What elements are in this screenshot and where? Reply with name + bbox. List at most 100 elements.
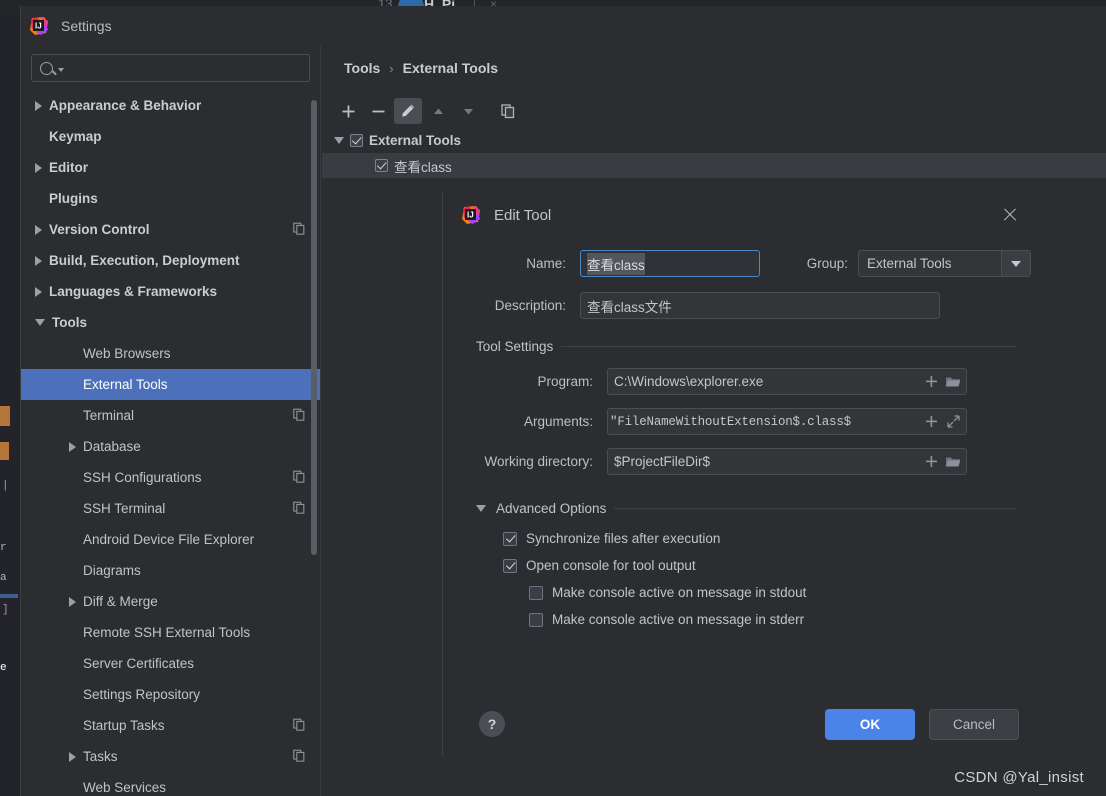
move-up-button[interactable] <box>424 98 452 124</box>
remove-tool-button[interactable] <box>364 98 392 124</box>
sidebar-item-settings-repository[interactable]: Settings Repository <box>21 679 320 710</box>
description-input[interactable]: 查看class文件 <box>580 292 940 319</box>
move-down-button[interactable] <box>454 98 482 124</box>
collapse-arrow-icon[interactable] <box>35 100 42 111</box>
collapse-arrow-icon[interactable] <box>35 255 42 266</box>
close-icon[interactable] <box>999 204 1021 226</box>
sidebar-item-terminal[interactable]: Terminal <box>21 400 320 431</box>
sidebar-item-editor[interactable]: Editor <box>21 152 320 183</box>
tool-group-checkbox[interactable] <box>350 134 363 147</box>
settings-window: IJ Settings Appearance & Behavior Keymap E… <box>20 6 1106 796</box>
ok-button[interactable]: OK <box>825 708 915 740</box>
checkbox-row[interactable]: Synchronize files after execution <box>503 525 1037 552</box>
folder-icon[interactable] <box>942 452 964 472</box>
sidebar-item-label: Appearance & Behavior <box>49 98 202 113</box>
tool-group-row[interactable]: External Tools <box>322 128 1106 153</box>
checkbox-open-console-for-tool-output[interactable] <box>503 558 517 573</box>
sidebar-item-label: Build, Execution, Deployment <box>49 253 240 268</box>
checkbox-row[interactable]: Make console active on message in stdout <box>529 579 1037 606</box>
checkbox-synchronize-files-after-execution[interactable] <box>503 531 517 546</box>
sidebar-item-plugins[interactable]: Plugins <box>21 183 320 214</box>
sidebar-item-version-control[interactable]: Version Control <box>21 214 320 245</box>
sidebar-item-ssh-configurations[interactable]: SSH Configurations <box>21 462 320 493</box>
sidebar-scrollbar[interactable] <box>311 100 317 555</box>
advanced-options-section-header[interactable]: Advanced Options <box>476 501 1017 516</box>
expand-arrow-icon[interactable] <box>334 137 344 144</box>
sidebar-item-languages-frameworks[interactable]: Languages & Frameworks <box>21 276 320 307</box>
sidebar-item-diff-merge[interactable]: Diff & Merge <box>21 586 320 617</box>
plus-icon[interactable] <box>920 452 942 472</box>
sidebar-item-remote-ssh-external-tools[interactable]: Remote SSH External Tools <box>21 617 320 648</box>
sidebar-item-label: Web Browsers <box>83 346 171 361</box>
collapse-arrow-icon[interactable] <box>35 286 42 297</box>
folder-icon[interactable] <box>942 372 964 392</box>
sidebar-item-appearance-behavior[interactable]: Appearance & Behavior <box>21 90 320 121</box>
expand-arrow-icon[interactable] <box>35 319 45 326</box>
settings-tree[interactable]: Appearance & Behavior Keymap Editor Plugins… <box>21 90 320 796</box>
program-input[interactable]: C:\Windows\explorer.exe <box>607 368 967 395</box>
expand-diagonal-icon[interactable] <box>942 412 964 432</box>
checkbox-label: Open console for tool output <box>526 558 696 573</box>
collapse-arrow-icon[interactable] <box>69 751 76 762</box>
sidebar-item-label: Terminal <box>83 408 135 423</box>
copy-icon[interactable] <box>292 469 306 486</box>
sidebar-item-label: Database <box>83 439 141 454</box>
breadcrumb-parent[interactable]: Tools <box>344 60 380 76</box>
collapse-arrow-icon[interactable] <box>35 224 42 235</box>
sidebar-item-tasks[interactable]: Tasks <box>21 741 320 772</box>
copy-icon[interactable] <box>292 748 306 765</box>
collapse-arrow-icon[interactable] <box>69 441 76 452</box>
tool-item-checkbox[interactable] <box>375 159 388 172</box>
add-tool-button[interactable] <box>334 98 362 124</box>
working-directory-row: Working directory: $ProjectFileDir$ <box>443 448 1037 475</box>
collapse-arrow-icon[interactable] <box>69 596 76 607</box>
tool-item-row[interactable]: 查看class <box>322 153 1106 178</box>
chevron-down-icon[interactable] <box>58 68 64 72</box>
cancel-button[interactable]: Cancel <box>929 708 1019 740</box>
copy-tool-button[interactable] <box>494 98 522 124</box>
help-button[interactable]: ? <box>479 711 505 737</box>
edit-tool-button[interactable] <box>394 98 422 124</box>
search-icon <box>40 61 53 75</box>
group-select[interactable]: External Tools <box>858 250 1031 277</box>
sidebar-item-server-certificates[interactable]: Server Certificates <box>21 648 320 679</box>
sidebar-item-diagrams[interactable]: Diagrams <box>21 555 320 586</box>
copy-icon[interactable] <box>292 221 306 238</box>
sidebar-item-label: Plugins <box>49 191 98 206</box>
search-box[interactable] <box>31 54 310 82</box>
sidebar-item-startup-tasks[interactable]: Startup Tasks <box>21 710 320 741</box>
checkbox-row[interactable]: Make console active on message in stderr <box>529 606 1037 633</box>
advanced-options-title: Advanced Options <box>496 501 607 516</box>
search-input[interactable] <box>66 60 309 76</box>
sidebar-item-web-services[interactable]: Web Services <box>21 772 320 796</box>
copy-icon[interactable] <box>292 717 306 734</box>
sidebar-item-external-tools[interactable]: External Tools <box>21 369 320 400</box>
collapse-arrow-icon[interactable] <box>35 162 42 173</box>
plus-icon[interactable] <box>920 372 942 392</box>
checkbox-row[interactable]: Open console for tool output <box>503 552 1037 579</box>
sidebar-item-tools[interactable]: Tools <box>21 307 320 338</box>
copy-icon[interactable] <box>292 500 306 517</box>
sidebar-item-android-device-file-explorer[interactable]: Android Device File Explorer <box>21 524 320 555</box>
sidebar-item-web-browsers[interactable]: Web Browsers <box>21 338 320 369</box>
checkbox-label: Make console active on message in stderr <box>552 612 805 627</box>
name-row: Name: 查看class Group: External Tools <box>443 250 1037 277</box>
plus-icon[interactable] <box>920 412 942 432</box>
arguments-input[interactable]: $FileNameWithoutExtension$.class" <box>607 408 967 435</box>
name-input[interactable]: 查看class <box>580 250 760 277</box>
advanced-options-expand-arrow-icon[interactable] <box>476 505 486 512</box>
working-directory-input[interactable]: $ProjectFileDir$ <box>607 448 967 475</box>
sidebar-item-build-execution-deployment[interactable]: Build, Execution, Deployment <box>21 245 320 276</box>
chevron-down-icon[interactable] <box>1001 251 1030 276</box>
external-tools-list[interactable]: External Tools 查看class <box>322 128 1106 178</box>
sidebar-item-label: SSH Configurations <box>83 470 202 485</box>
sidebar-item-keymap[interactable]: Keymap <box>21 121 320 152</box>
breadcrumb: Tools › External Tools <box>322 46 1106 76</box>
checkbox-make-console-active-on-message-in-stdout[interactable] <box>529 585 543 600</box>
sidebar-item-database[interactable]: Database <box>21 431 320 462</box>
sidebar-item-ssh-terminal[interactable]: SSH Terminal <box>21 493 320 524</box>
checkbox-make-console-active-on-message-in-stderr[interactable] <box>529 612 543 627</box>
sidebar-item-label: Tasks <box>83 749 118 764</box>
copy-icon[interactable] <box>292 407 306 424</box>
advanced-options-checkbox-list: Synchronize files after execution Open co… <box>503 525 1037 633</box>
